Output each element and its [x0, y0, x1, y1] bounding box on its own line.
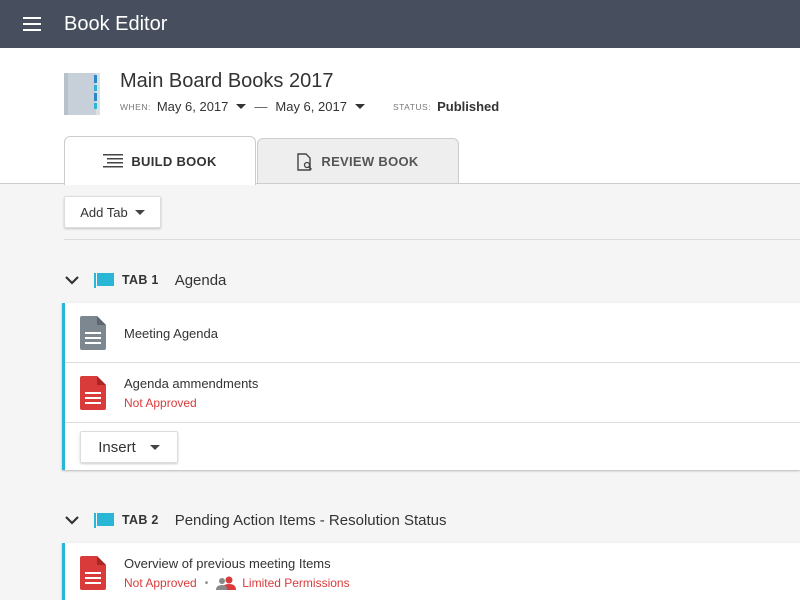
tab-build-book[interactable]: BUILD BOOK [64, 136, 256, 185]
book-icon [64, 73, 100, 115]
item-status: Not Approved [124, 396, 197, 410]
list-item[interactable]: Meeting Agenda [65, 303, 800, 363]
book-tabs: BUILD BOOK REVIEW BOOK [64, 136, 459, 185]
status-label: STATUS: [392, 102, 432, 112]
approval-status: Not Approved [124, 396, 197, 410]
insert-row: Insert [65, 423, 800, 470]
list-item[interactable]: Agenda ammendments Not Approved [65, 363, 800, 423]
app-bar: Book Editor [0, 0, 800, 48]
item-title: Overview of previous meeting Items [124, 556, 331, 571]
when-label: WHEN: [120, 102, 151, 112]
tab-review-book-label: REVIEW BOOK [321, 154, 419, 169]
start-date-value: May 6, 2017 [156, 98, 229, 114]
caret-down-icon [236, 103, 247, 109]
build-list-icon [103, 154, 124, 168]
red-document-icon [80, 376, 106, 410]
insert-label: Insert [98, 438, 136, 456]
section-header: TAB 2 Pending Action Items - Resolution … [64, 508, 447, 532]
approval-status: Not Approved [124, 576, 197, 590]
section-tab-name[interactable]: Agenda [175, 272, 227, 289]
book-meta: WHEN: May 6, 2017 — May 6, 2017 STATUS: … [120, 98, 499, 114]
book-title: Main Board Books 2017 [120, 70, 334, 92]
insert-button[interactable]: Insert [80, 431, 178, 463]
flag-icon [94, 272, 116, 288]
section-items: Meeting Agenda Agenda ammendments Not Ap… [62, 303, 800, 470]
permissions-status: Limited Permissions [242, 576, 350, 590]
caret-down-icon [149, 444, 160, 450]
add-tab-button[interactable]: Add Tab [64, 196, 161, 228]
collapse-chevron-icon[interactable] [64, 512, 80, 528]
section-tab-name[interactable]: Pending Action Items - Resolution Status [175, 512, 447, 529]
caret-down-icon [134, 209, 145, 215]
caret-down-icon [354, 103, 365, 109]
start-date-dropdown[interactable]: May 6, 2017 [157, 99, 247, 114]
status-separator: • [204, 577, 209, 589]
red-document-icon [80, 556, 106, 590]
add-tab-label: Add Tab [80, 204, 128, 220]
status-value: Published [437, 98, 500, 114]
section-header: TAB 1 Agenda [64, 268, 226, 292]
tab-review-book[interactable]: REVIEW BOOK [257, 138, 459, 184]
item-title: Meeting Agenda [124, 326, 218, 341]
list-item[interactable]: Overview of previous meeting Items Not A… [65, 543, 800, 600]
date-separator: — [254, 98, 268, 114]
section-tab-number: TAB 2 [122, 513, 159, 527]
gray-document-icon [80, 316, 106, 350]
end-date-value: May 6, 2017 [275, 98, 347, 114]
hamburger-icon [23, 17, 41, 31]
item-status: Not Approved • Limited Permissions [124, 576, 350, 590]
flag-icon [94, 512, 116, 528]
section-tab-number: TAB 1 [122, 273, 159, 287]
tab-build-book-label: BUILD BOOK [131, 153, 217, 169]
book-header: Main Board Books 2017 WHEN: May 6, 2017 … [0, 48, 800, 185]
toolbar-divider [64, 239, 800, 240]
item-title: Agenda ammendments [124, 376, 259, 391]
review-document-icon [297, 152, 313, 171]
app-title: Book Editor [64, 13, 168, 35]
section-items: Overview of previous meeting Items Not A… [62, 543, 800, 600]
menu-button[interactable] [0, 0, 64, 48]
book-content: Add Tab TAB 1 Agenda Meeting Agenda Agen… [0, 184, 800, 600]
collapse-chevron-icon[interactable] [64, 272, 80, 288]
people-icon [216, 576, 238, 590]
end-date-dropdown[interactable]: May 6, 2017 [275, 99, 365, 114]
